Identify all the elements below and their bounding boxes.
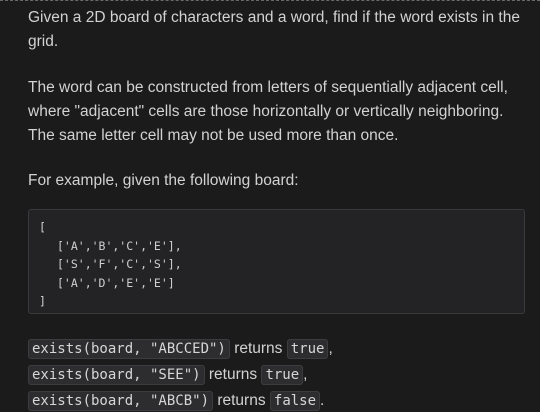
board-row: ['A','B','C','E'], xyxy=(57,238,182,253)
board-code-block: [ ['A','B','C','E'], ['S','F','C','S'], ['A… xyxy=(28,209,525,314)
example-call-code: exists(board, "ABCB") xyxy=(28,391,214,411)
example-call-code: exists(board, "ABCCED") xyxy=(28,339,230,359)
board-row: ['A','D','E','E'] xyxy=(57,275,175,290)
example-result-code: false xyxy=(269,391,321,411)
example-line: exists(board, "ABCB") returns false. xyxy=(28,388,528,412)
example-call-code: exists(board, "SEE") xyxy=(28,365,205,385)
rules-paragraph: The word can be constructed from letters… xyxy=(28,79,508,144)
returns-text: returns xyxy=(217,392,266,409)
punctuation: . xyxy=(320,392,325,409)
code-close-bracket: ] xyxy=(39,294,46,308)
example-intro-paragraph: For example, given the following board: xyxy=(28,172,299,189)
code-open-bracket: [ xyxy=(39,220,46,234)
example-line: exists(board, "ABCCED") returns true, xyxy=(28,336,528,362)
top-divider xyxy=(0,0,540,1)
board-row: ['S','F','C','S'], xyxy=(57,257,182,271)
example-result-code: true xyxy=(261,365,304,385)
problem-description: Given a 2D board of characters and a wor… xyxy=(28,6,528,412)
returns-text: returns xyxy=(208,366,258,383)
intro-paragraph: Given a 2D board of characters and a wor… xyxy=(28,9,520,50)
punctuation: , xyxy=(303,366,308,383)
example-line: exists(board, "SEE") returns true, xyxy=(28,362,528,388)
returns-text: returns xyxy=(234,340,283,357)
punctuation: , xyxy=(328,340,333,357)
example-result-code: true xyxy=(286,339,329,359)
